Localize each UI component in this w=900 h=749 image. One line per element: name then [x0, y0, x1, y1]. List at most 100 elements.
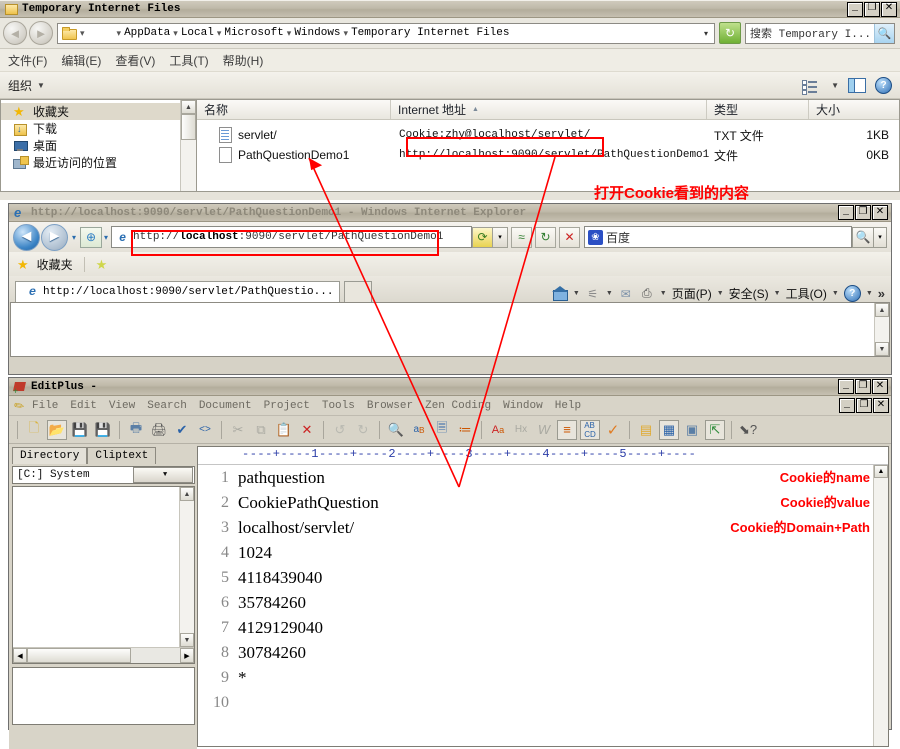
address-bar[interactable]: ▾ ▾ AppData ▾ Local ▾ Microsoft ▾ Window…	[57, 22, 715, 44]
code-line[interactable]: 6 35784260	[198, 590, 888, 615]
ie-address-input[interactable]: e http://localhost:9090/servlet/PathQues…	[111, 226, 472, 248]
check-icon[interactable]: ✓	[603, 420, 623, 440]
feeds-caret-icon[interactable]: ▼	[606, 290, 613, 297]
breadcrumb-item-0[interactable]: AppData	[124, 27, 170, 39]
back-button[interactable]: ◄	[13, 223, 40, 251]
help-icon[interactable]: ?	[875, 76, 892, 94]
scroll-up-icon[interactable]: ▲	[875, 303, 889, 317]
mdi-minimize-button[interactable]: _	[839, 398, 855, 413]
mdi-restore-button[interactable]: ❐	[856, 398, 872, 413]
code-line[interactable]: 1 pathquestion Cookie的name	[198, 465, 888, 490]
match-case-icon[interactable]: Aa	[488, 420, 508, 440]
safety-caret-icon[interactable]: ▼	[774, 290, 781, 297]
tab-current-page[interactable]: e http://localhost:9090/servlet/PathQues…	[15, 281, 341, 302]
tab-directory[interactable]: Directory	[12, 447, 88, 464]
indent-icon[interactable]: ≡	[557, 419, 577, 440]
new-file-icon[interactable]: 🗋	[24, 420, 44, 440]
column-header-size[interactable]: 大小	[809, 100, 899, 119]
code-line[interactable]: 10	[198, 690, 888, 715]
help-icon[interactable]: ?	[843, 285, 861, 302]
breadcrumb-item-3[interactable]: Windows	[294, 27, 340, 39]
code-line[interactable]: 9 *	[198, 665, 888, 690]
new-tab-button[interactable]	[344, 281, 373, 302]
code-line[interactable]: 3 localhost/servlet/ Cookie的Domain+Path	[198, 515, 888, 540]
scroll-up-icon[interactable]: ▲	[181, 100, 196, 114]
chevron-down-icon[interactable]: ▼	[133, 467, 193, 483]
menu-safety[interactable]: 安全(S)	[729, 285, 769, 302]
nav-pane-scrollbar[interactable]: ▲	[180, 100, 196, 191]
menu-page[interactable]: 页面(P)	[672, 285, 712, 302]
scroll-down-icon[interactable]: ▼	[875, 342, 889, 356]
breadcrumb-item-1[interactable]: Local	[181, 27, 214, 39]
menu-zen-coding[interactable]: Zen Coding	[425, 400, 491, 412]
paste-icon[interactable]: 📋	[274, 420, 294, 440]
refresh-icon[interactable]: ↻	[535, 226, 556, 248]
feeds-icon[interactable]: ≈	[511, 226, 532, 248]
view-caret-icon[interactable]: ▼	[831, 81, 839, 90]
menu-project[interactable]: Project	[264, 400, 310, 412]
address-dropdown-icon[interactable]: ▾	[704, 29, 712, 38]
maximize-button[interactable]: ❐	[855, 379, 871, 394]
page-caret-icon[interactable]: ▼	[717, 290, 724, 297]
menu-document[interactable]: Document	[199, 400, 252, 412]
help-caret-icon[interactable]: ▼	[866, 290, 873, 297]
file-list-hscrollbar[interactable]: ◀ ▶	[13, 647, 194, 663]
table-row[interactable]: PathQuestionDemo1 http://localhost:9090/…	[197, 145, 899, 165]
recent-pages-caret-icon[interactable]: ▾	[72, 233, 76, 242]
mdi-close-button[interactable]: ✕	[873, 398, 889, 413]
replace-icon[interactable]: aB	[409, 420, 429, 440]
search-icon[interactable]: 🔍	[874, 23, 894, 43]
search-icon[interactable]: 🔍	[852, 226, 874, 248]
back-button[interactable]: ◄	[3, 21, 27, 45]
tools-caret-icon[interactable]: ▼	[832, 290, 839, 297]
tab-cliptext[interactable]: Cliptext	[87, 447, 157, 464]
column-header-internet-address[interactable]: Internet 地址 ▲	[391, 100, 707, 119]
organize-caret-icon[interactable]: ▼	[37, 81, 45, 90]
save-icon[interactable]: 💾	[70, 420, 90, 440]
spellcheck-icon[interactable]: ✔	[172, 420, 192, 440]
print-caret-icon[interactable]: ▼	[660, 290, 667, 297]
code-line[interactable]: 2 CookiePathQuestion Cookie的value	[198, 490, 888, 515]
refresh-icon[interactable]: ↻	[719, 22, 741, 44]
code-line[interactable]: 5 4118439040	[198, 565, 888, 590]
print-preview-icon[interactable]: 🖶	[126, 420, 146, 440]
sidebar-item-downloads[interactable]: ↓ 下载	[1, 120, 180, 137]
goto-line-icon[interactable]: ≔	[455, 420, 475, 440]
table-row[interactable]: servlet/ Cookie:zhy@localhost/servlet/ T…	[197, 125, 899, 145]
menu-file[interactable]: File	[32, 400, 58, 412]
close-button[interactable]: ✕	[881, 1, 897, 17]
directory-bottom-pane[interactable]	[12, 667, 195, 725]
print-icon[interactable]: 🖨	[149, 420, 169, 440]
add-to-favorites-icon[interactable]: ★	[96, 258, 108, 271]
browser-preview-icon[interactable]: ⇱	[705, 419, 725, 440]
close-button[interactable]: ✕	[872, 379, 888, 394]
find-in-files-icon[interactable]: 🗏	[432, 420, 452, 440]
menu-search[interactable]: Search	[147, 400, 187, 412]
sort-lines-icon[interactable]: AB CD	[580, 419, 600, 440]
open-file-icon[interactable]: 📂	[47, 419, 67, 440]
scroll-up-icon[interactable]: ▲	[874, 465, 888, 478]
menu-edit[interactable]: Edit	[70, 400, 96, 412]
url-dropdown-icon[interactable]: ▾	[493, 226, 508, 248]
output-window-icon[interactable]: ▣	[682, 420, 702, 440]
sidebar-item-recent-places[interactable]: 最近访问的位置	[1, 154, 180, 171]
menu-tools[interactable]: Tools	[322, 400, 355, 412]
sidebar-item-desktop[interactable]: 桌面	[1, 137, 180, 154]
menu-file[interactable]: 文件(F)	[8, 52, 47, 69]
home-icon[interactable]	[551, 286, 568, 301]
close-button[interactable]: ✕	[872, 205, 888, 220]
menu-tools[interactable]: 工具(T)	[169, 52, 208, 69]
scroll-left-icon[interactable]: ◀	[13, 648, 27, 663]
view-list-icon[interactable]	[802, 79, 818, 95]
breadcrumb-item-4[interactable]: Temporary Internet Files	[351, 27, 509, 39]
maximize-button[interactable]: ❐	[864, 1, 880, 17]
menu-view[interactable]: View	[109, 400, 135, 412]
compatibility-caret-icon[interactable]: ▾	[104, 233, 108, 242]
view-source-icon[interactable]: <>	[195, 420, 215, 440]
menu-browser[interactable]: Browser	[367, 400, 413, 412]
code-line[interactable]: 7 4129129040	[198, 615, 888, 640]
forward-button[interactable]: ►	[29, 21, 53, 45]
search-input[interactable]: 搜索 Temporary I... 🔍	[745, 22, 895, 44]
menu-window[interactable]: Window	[503, 400, 543, 412]
mail-icon[interactable]: ✉	[618, 286, 634, 301]
